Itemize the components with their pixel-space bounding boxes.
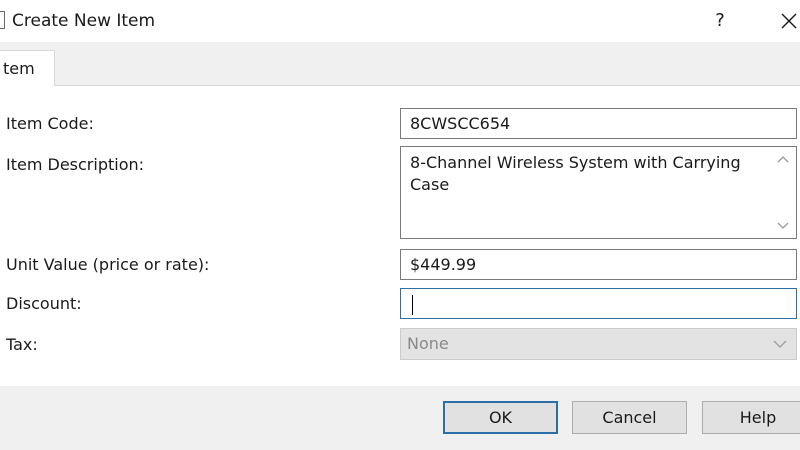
cancel-button[interactable]: Cancel [572, 401, 687, 434]
chevron-up-icon [777, 156, 789, 163]
discount-input[interactable] [400, 288, 797, 319]
window-title: Create New Item [12, 11, 156, 31]
description-scrollbar[interactable] [771, 148, 795, 237]
item-code-input[interactable]: 8CWSCC654 [400, 108, 797, 139]
chevron-down-icon [773, 340, 787, 348]
help-button[interactable]: Help [702, 401, 800, 434]
create-new-item-dialog: Create New Item ? tem Item Code: 8CWSCC6… [0, 0, 800, 450]
tax-select[interactable]: None [400, 328, 797, 360]
unit-value-input[interactable]: $449.99 [400, 249, 797, 280]
item-description-textarea[interactable]: 8-Channel Wireless System with Carrying … [400, 146, 797, 239]
text-caret [412, 294, 413, 315]
window-app-icon [0, 11, 5, 29]
title-help-button[interactable]: ? [705, 4, 735, 38]
title-bar[interactable]: Create New Item ? [0, 0, 800, 42]
scroll-down-button[interactable] [771, 215, 795, 237]
item-code-label: Item Code: [6, 114, 94, 133]
item-description-label: Item Description: [6, 155, 145, 174]
discount-label: Discount: [6, 294, 82, 313]
tax-label: Tax: [6, 335, 38, 354]
tax-selected-value: None [407, 334, 449, 353]
chevron-down-icon [777, 222, 789, 229]
ok-button[interactable]: OK [443, 401, 558, 434]
unit-value-label: Unit Value (price or rate): [6, 255, 210, 274]
tab-item[interactable]: tem [0, 50, 55, 86]
close-icon [781, 13, 797, 29]
item-description-text: 8-Channel Wireless System with Carrying … [410, 153, 741, 194]
scroll-up-button[interactable] [771, 148, 795, 170]
title-close-button[interactable] [772, 4, 800, 38]
tab-strip [0, 42, 800, 86]
